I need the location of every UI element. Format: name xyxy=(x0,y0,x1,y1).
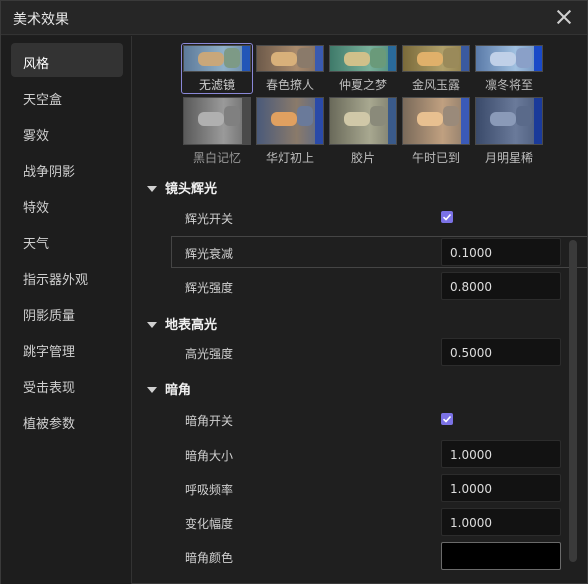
amplitude-input[interactable]: 1.0000 xyxy=(441,508,561,536)
chevron-down-icon xyxy=(147,386,157,393)
filter-label-autumn: 金风玉露 xyxy=(411,78,460,92)
sidebar-item-fog[interactable]: 雾效 xyxy=(11,115,123,149)
filter-label-spring: 春色撩人 xyxy=(265,78,314,92)
section-vignette[interactable]: 暗角 xyxy=(147,379,191,398)
chevron-down-icon xyxy=(147,185,157,192)
filter-label-film: 胶片 xyxy=(350,151,375,165)
dialog-title: 美术效果 xyxy=(13,12,69,28)
settings-panel: 无滤镜 春色撩人 仲夏之梦 金风玉露 凛冬将至 黑白记忆 华灯初上 胶片 午时已… xyxy=(133,36,587,584)
filter-thumb-autumn[interactable] xyxy=(402,45,470,72)
section-lens-glow[interactable]: 镜头辉光 xyxy=(147,178,217,197)
glow-intensity-label: 辉光强度 xyxy=(185,281,234,295)
art-effects-dialog: 美术效果 风格 天空盒 雾效 战争阴影 特效 天气 指示器外观 阴影质量 跳字管… xyxy=(0,0,588,584)
close-icon[interactable] xyxy=(555,8,573,26)
filter-label-winter: 凛冬将至 xyxy=(484,78,533,92)
section-ground-highlight[interactable]: 地表高光 xyxy=(147,314,217,333)
filter-label-noon: 午时已到 xyxy=(411,151,460,165)
amplitude-label: 变化幅度 xyxy=(185,517,234,531)
filter-label-lanterns: 华灯初上 xyxy=(265,151,314,165)
highlight-intensity-label: 高光强度 xyxy=(185,347,234,361)
filter-thumb-moonlit[interactable] xyxy=(475,97,543,145)
breath-frequency-label: 呼吸频率 xyxy=(185,483,234,497)
filter-thumb-summer[interactable] xyxy=(329,45,397,72)
sidebar-item-shadow-quality[interactable]: 阴影质量 xyxy=(11,295,123,329)
section-title: 暗角 xyxy=(165,383,192,398)
sidebar-item-damage-text[interactable]: 跳字管理 xyxy=(11,331,123,365)
filter-label-moonlit: 月明星稀 xyxy=(484,151,533,165)
sidebar-item-vfx[interactable]: 特效 xyxy=(11,187,123,221)
glow-decay-input[interactable]: 0.1000 xyxy=(441,238,561,266)
section-title: 地表高光 xyxy=(165,318,218,333)
filter-thumb-none[interactable] xyxy=(183,45,251,72)
sidebar-item-style[interactable]: 风格 xyxy=(11,43,123,77)
filter-thumb-winter[interactable] xyxy=(475,45,543,72)
section-title: 镜头辉光 xyxy=(165,182,218,197)
sidebar-item-skybox[interactable]: 天空盒 xyxy=(11,79,123,113)
title-bar: 美术效果 xyxy=(1,1,587,35)
vignette-toggle-label: 暗角开关 xyxy=(185,414,234,428)
breath-frequency-input[interactable]: 1.0000 xyxy=(441,474,561,502)
filter-thumb-spring[interactable] xyxy=(256,45,324,72)
sidebar: 风格 天空盒 雾效 战争阴影 特效 天气 指示器外观 阴影质量 跳字管理 受击表… xyxy=(1,36,132,584)
highlight-intensity-input[interactable]: 0.5000 xyxy=(441,338,561,366)
filter-label-summer: 仲夏之梦 xyxy=(338,78,387,92)
glow-toggle-checkbox[interactable] xyxy=(441,211,453,223)
glow-decay-label: 辉光衰减 xyxy=(185,247,234,261)
sidebar-item-hit-feedback[interactable]: 受击表现 xyxy=(11,367,123,401)
vignette-toggle-checkbox[interactable] xyxy=(441,413,453,425)
sidebar-item-indicator[interactable]: 指示器外观 xyxy=(11,259,123,293)
chevron-down-icon xyxy=(147,321,157,328)
scrollbar[interactable] xyxy=(569,240,577,562)
filter-thumb-film[interactable] xyxy=(329,97,397,145)
filter-label-none: 无滤镜 xyxy=(198,78,235,92)
filter-thumb-bw[interactable] xyxy=(183,97,251,145)
sidebar-item-vegetation[interactable]: 植被参数 xyxy=(11,403,123,437)
sidebar-item-fog-of-war[interactable]: 战争阴影 xyxy=(11,151,123,185)
vignette-size-input[interactable]: 1.0000 xyxy=(441,440,561,468)
glow-intensity-input[interactable]: 0.8000 xyxy=(441,272,561,300)
filter-label-bw: 黑白记忆 xyxy=(192,151,241,165)
sidebar-item-weather[interactable]: 天气 xyxy=(11,223,123,257)
vignette-size-label: 暗角大小 xyxy=(185,449,234,463)
vignette-color-label: 暗角颜色 xyxy=(185,551,234,565)
filter-thumb-noon[interactable] xyxy=(402,97,470,145)
filter-thumb-lanterns[interactable] xyxy=(256,97,324,145)
vignette-color-swatch[interactable] xyxy=(441,542,561,570)
glow-toggle-label: 辉光开关 xyxy=(185,212,234,226)
